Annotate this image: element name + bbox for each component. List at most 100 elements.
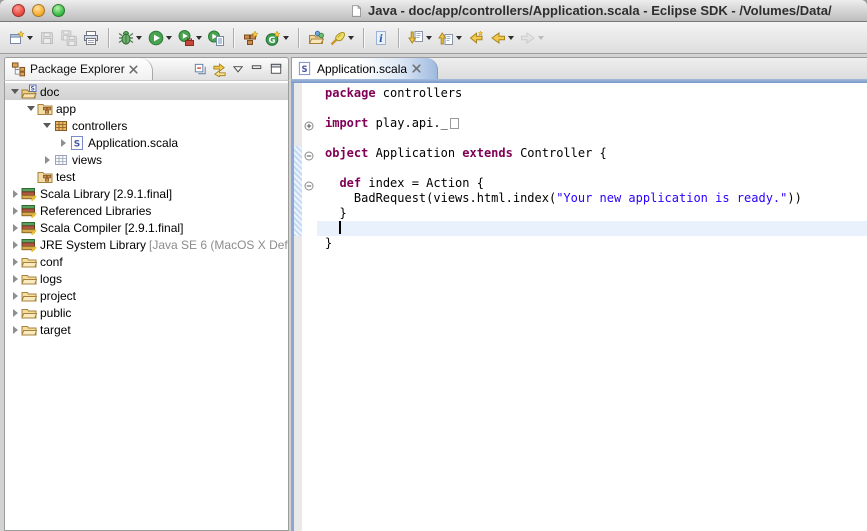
code-line[interactable] bbox=[325, 101, 867, 116]
run-external-tools-button[interactable] bbox=[176, 26, 204, 50]
expand-arrow-icon[interactable] bbox=[9, 241, 21, 249]
triangle-glyph bbox=[11, 89, 19, 94]
package-folder-icon bbox=[37, 169, 53, 185]
save-all-button[interactable] bbox=[59, 26, 79, 50]
toggle-info-button[interactable]: i bbox=[371, 26, 391, 50]
minimize-button[interactable] bbox=[249, 61, 266, 78]
tree-item-controllers[interactable]: controllers bbox=[5, 117, 288, 134]
run-button[interactable] bbox=[146, 26, 174, 50]
back-button[interactable] bbox=[488, 26, 516, 50]
close-icon[interactable] bbox=[412, 64, 421, 73]
tree-item-app[interactable]: app bbox=[5, 100, 288, 117]
last-edit-location-button[interactable] bbox=[466, 26, 486, 50]
fold-column[interactable] bbox=[302, 83, 317, 531]
expand-arrow-icon[interactable] bbox=[9, 224, 21, 232]
tab-package-explorer[interactable]: Package Explorer bbox=[5, 58, 153, 81]
code-line-current[interactable] bbox=[317, 221, 867, 236]
code-line[interactable]: package controllers bbox=[325, 86, 867, 101]
code-line[interactable]: def index = Action { bbox=[325, 176, 867, 191]
expand-arrow-icon[interactable] bbox=[57, 139, 69, 147]
collapsed-region-icon[interactable] bbox=[450, 118, 459, 129]
open-type-button[interactable] bbox=[306, 26, 326, 50]
dropdown-arrow-icon[interactable] bbox=[166, 36, 172, 40]
code-area[interactable]: package controllers import play.api._obje… bbox=[317, 83, 867, 531]
triangle-glyph bbox=[27, 106, 35, 111]
library-icon bbox=[21, 220, 37, 236]
titlebar[interactable]: Java - doc/app/controllers/Application.s… bbox=[0, 0, 867, 22]
next-annotation-button[interactable] bbox=[406, 26, 434, 50]
dropdown-arrow-icon[interactable] bbox=[538, 36, 544, 40]
fold-expand-icon[interactable] bbox=[304, 118, 314, 136]
tree-item-label: views bbox=[72, 153, 102, 167]
code-line[interactable]: } bbox=[325, 206, 867, 221]
tree-item-target[interactable]: target bbox=[5, 321, 288, 338]
save-button[interactable] bbox=[37, 26, 57, 50]
triangle-glyph bbox=[13, 241, 18, 249]
annotation-ruler[interactable] bbox=[294, 83, 302, 531]
new-java-package-button[interactable] bbox=[241, 26, 261, 50]
package-folder-icon bbox=[37, 101, 53, 117]
tree-item-conf[interactable]: conf bbox=[5, 253, 288, 270]
tree-item-label: app bbox=[56, 102, 76, 116]
expand-arrow-icon[interactable] bbox=[9, 326, 21, 334]
maximize-button[interactable] bbox=[268, 61, 285, 78]
dropdown-arrow-icon[interactable] bbox=[456, 36, 462, 40]
dropdown-arrow-icon[interactable] bbox=[283, 36, 289, 40]
dropdown-arrow-icon[interactable] bbox=[27, 36, 33, 40]
zoom-window-button[interactable] bbox=[52, 4, 65, 17]
tree-item-jre-system-library[interactable]: JRE System Library[Java SE 6 (MacOS X De… bbox=[5, 236, 288, 253]
dropdown-arrow-icon[interactable] bbox=[348, 36, 354, 40]
tree-item-views[interactable]: views bbox=[5, 151, 288, 168]
collapse-all-button[interactable] bbox=[192, 61, 209, 78]
expand-arrow-icon[interactable] bbox=[9, 309, 21, 317]
forward-button[interactable] bbox=[518, 26, 546, 50]
save-icon bbox=[39, 30, 55, 46]
code-line[interactable]: BadRequest(views.html.index("Your new ap… bbox=[325, 191, 867, 206]
coverage-button[interactable] bbox=[206, 26, 226, 50]
collapse-arrow-icon[interactable] bbox=[25, 106, 37, 111]
code-line[interactable] bbox=[325, 161, 867, 176]
tree-item-scala-compiler-2-9-1-final[interactable]: Scala Compiler [2.9.1.final] bbox=[5, 219, 288, 236]
code-token-plain: Application bbox=[368, 146, 462, 160]
fold-collapse-icon[interactable] bbox=[304, 178, 314, 196]
tree-item-referenced-libraries[interactable]: Referenced Libraries bbox=[5, 202, 288, 219]
tree-item-application-scala[interactable]: SApplication.scala bbox=[5, 134, 288, 151]
dropdown-arrow-icon[interactable] bbox=[426, 36, 432, 40]
debug-button[interactable] bbox=[116, 26, 144, 50]
code-line[interactable]: import play.api._ bbox=[325, 116, 867, 131]
new-button[interactable] bbox=[7, 26, 35, 50]
triangle-glyph bbox=[13, 326, 18, 334]
search-button[interactable] bbox=[328, 26, 356, 50]
tab-application-scala[interactable]: S Application.scala bbox=[292, 58, 438, 79]
code-line[interactable] bbox=[325, 131, 867, 146]
editor-body: package controllers import play.api._obje… bbox=[291, 83, 867, 531]
close-window-button[interactable] bbox=[12, 4, 25, 17]
tree-item-logs[interactable]: logs bbox=[5, 270, 288, 287]
tree-item-doc[interactable]: Sdoc bbox=[5, 83, 288, 100]
print-button[interactable] bbox=[81, 26, 101, 50]
view-menu-button[interactable] bbox=[230, 61, 247, 78]
collapse-arrow-icon[interactable] bbox=[9, 89, 21, 94]
fold-collapse-icon[interactable] bbox=[304, 148, 314, 166]
tree-item-project[interactable]: project bbox=[5, 287, 288, 304]
tree-item-scala-library-2-9-1-final[interactable]: Scala Library [2.9.1.final] bbox=[5, 185, 288, 202]
close-icon[interactable] bbox=[129, 65, 138, 74]
link-with-editor-button[interactable] bbox=[211, 61, 228, 78]
new-g-wizard-button[interactable]: G bbox=[263, 26, 291, 50]
expand-arrow-icon[interactable] bbox=[9, 190, 21, 198]
expand-arrow-icon[interactable] bbox=[9, 292, 21, 300]
expand-arrow-icon[interactable] bbox=[9, 207, 21, 215]
expand-arrow-icon[interactable] bbox=[9, 258, 21, 266]
tree-item-public[interactable]: public bbox=[5, 304, 288, 321]
dropdown-arrow-icon[interactable] bbox=[508, 36, 514, 40]
expand-arrow-icon[interactable] bbox=[9, 275, 21, 283]
dropdown-arrow-icon[interactable] bbox=[196, 36, 202, 40]
code-line[interactable]: } bbox=[325, 236, 867, 251]
collapse-arrow-icon[interactable] bbox=[41, 123, 53, 128]
minimize-window-button[interactable] bbox=[32, 4, 45, 17]
expand-arrow-icon[interactable] bbox=[41, 156, 53, 164]
previous-annotation-button[interactable] bbox=[436, 26, 464, 50]
tree-item-test[interactable]: test bbox=[5, 168, 288, 185]
dropdown-arrow-icon[interactable] bbox=[136, 36, 142, 40]
code-line[interactable]: object Application extends Controller { bbox=[325, 146, 867, 161]
